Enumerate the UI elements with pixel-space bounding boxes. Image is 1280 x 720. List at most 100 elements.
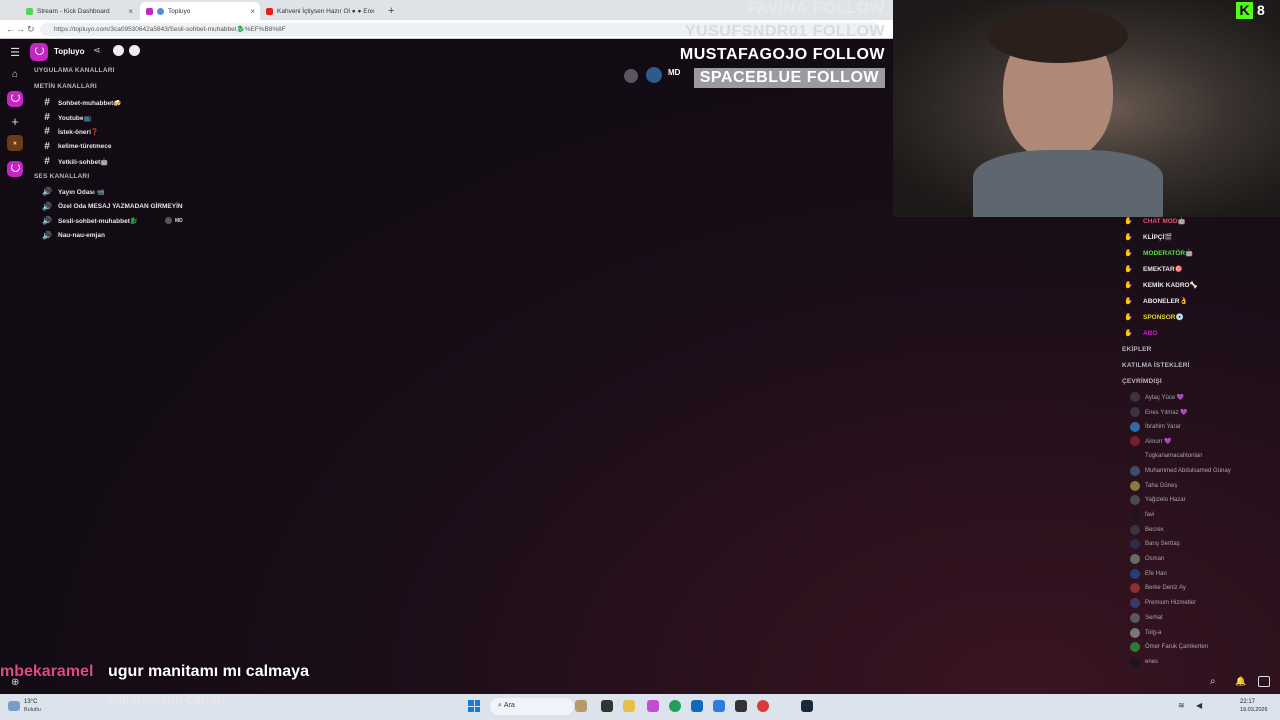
- member-item[interactable]: Ömer Faruk Çamkerten: [1130, 642, 1208, 652]
- avatar: [1130, 657, 1140, 667]
- topluyo-logo[interactable]: [30, 43, 50, 61]
- youtube-favicon-icon: [266, 7, 273, 15]
- app-icon-2[interactable]: [757, 700, 769, 712]
- role-abo[interactable]: ✋ ABO: [1124, 329, 1157, 338]
- share-icon[interactable]: ⋖: [93, 45, 101, 56]
- bell-icon[interactable]: 🔔: [1235, 676, 1246, 687]
- member-item[interactable]: Efe Han: [1130, 569, 1167, 579]
- file-explorer-icon[interactable]: [623, 700, 635, 712]
- hash-icon: #: [44, 156, 50, 167]
- channel-kelime-turetmece[interactable]: # kelime-türetmece: [36, 141, 111, 152]
- tab-topluyo[interactable]: Topluyo ×: [140, 2, 260, 20]
- hand-icon: ✋: [1124, 282, 1133, 289]
- role-label: MODERATÖR🤖: [1143, 250, 1194, 257]
- tab-youtube[interactable]: Kahveni İçtiysen Hazır Ol ● ● En ×: [260, 2, 380, 20]
- profile-icon[interactable]: [129, 45, 140, 56]
- member-item[interactable]: Berke Deniz Ay: [1130, 583, 1186, 593]
- channel-label: Yayın Odası 📹: [58, 188, 105, 196]
- role-sponsor[interactable]: ✋ SPONSOR💿: [1124, 313, 1184, 321]
- voice-channel-ozel-oda[interactable]: 🔊 Özel Oda MESAJ YAZMADAN GİRMEYİN: [36, 202, 183, 211]
- wifi-icon[interactable]: ≋: [1178, 701, 1185, 710]
- clock-time[interactable]: 22:17: [1240, 699, 1255, 705]
- avatar: [1130, 583, 1140, 593]
- member-item[interactable]: Premium Hizmetler: [1130, 598, 1196, 608]
- mail-icon[interactable]: [713, 700, 725, 712]
- inbox-icon[interactable]: [1258, 676, 1270, 687]
- role-label: ABONELER👌: [1143, 298, 1188, 305]
- channel-yetkili-sohbet[interactable]: # Yetkili-sohbet🤖: [36, 156, 108, 167]
- search-icon[interactable]: ⌕: [1210, 676, 1216, 687]
- voice-channels-header[interactable]: SES KANALLARI: [34, 173, 89, 180]
- voice-user-badge[interactable]: MD: [175, 218, 183, 224]
- steam-icon[interactable]: [801, 700, 813, 712]
- close-icon[interactable]: ×: [250, 7, 255, 16]
- voice-channel-yayin-odasi[interactable]: 🔊 Yayın Odası 📹: [36, 187, 105, 196]
- member-item[interactable]: Aytaç Yüce 💜: [1130, 392, 1184, 402]
- participant-avatar[interactable]: [624, 69, 638, 83]
- role-kemik-kadro[interactable]: ✋ KEMİK KADRO🦴: [1124, 281, 1198, 289]
- member-item[interactable]: favi: [1130, 510, 1154, 520]
- member-item[interactable]: Tolg-a: [1130, 628, 1161, 638]
- hash-icon: #: [44, 97, 50, 108]
- member-item[interactable]: Aimorr 💜: [1130, 436, 1172, 446]
- hand-icon: ✋: [1124, 330, 1133, 337]
- member-item[interactable]: Yağızelo Hazar: [1130, 495, 1186, 505]
- topluyo-server-icon[interactable]: [7, 91, 23, 107]
- role-klipci[interactable]: ✋ KLİPÇİ🎬: [1124, 233, 1172, 241]
- channel-istek-oneri[interactable]: # İstek-öneri❓: [36, 126, 99, 137]
- join-requests-header[interactable]: KATILMA İSTEKLERİ: [1122, 362, 1190, 369]
- member-item[interactable]: Tugkanamacahtonlan: [1130, 451, 1202, 461]
- text-channels-header[interactable]: METİN KANALLARI: [34, 83, 97, 90]
- back-icon[interactable]: ←: [6, 24, 15, 34]
- teams-header[interactable]: EKİPLER: [1122, 346, 1152, 353]
- channel-youtube[interactable]: # Youtube📺: [36, 112, 91, 123]
- home-icon[interactable]: ⌂: [7, 66, 23, 82]
- weather-temp[interactable]: 13°C: [24, 699, 37, 705]
- voice-channel-sesli-sohbet[interactable]: 🔊 Sesli-sohbet-muhabbet🐉 MD: [36, 216, 183, 225]
- add-server-icon[interactable]: +: [7, 113, 23, 129]
- member-item[interactable]: Taha Güneş: [1130, 481, 1177, 491]
- taskbar-search-box[interactable]: ⌕ Ara: [490, 698, 574, 715]
- close-icon[interactable]: ×: [370, 7, 375, 16]
- chrome-icon[interactable]: [669, 700, 681, 712]
- follow-alert: FAVINA FOLLOW: [747, 0, 885, 17]
- role-emektar[interactable]: ✋ EMEKTAR🎯: [1124, 265, 1183, 273]
- app-icon[interactable]: [647, 700, 659, 712]
- topluyo-server-icon-2[interactable]: [7, 161, 23, 177]
- settings-icon[interactable]: [113, 45, 124, 56]
- participant-badge[interactable]: MD: [668, 68, 680, 77]
- member-item[interactable]: Barış Serttaş: [1130, 539, 1180, 549]
- task-view-icon[interactable]: [601, 700, 613, 712]
- offline-header[interactable]: ÇEVRİMDIŞI: [1122, 378, 1162, 385]
- role-chat-mod[interactable]: ✋ CHAT MOD🤖: [1124, 217, 1186, 225]
- member-item[interactable]: Becrex: [1130, 525, 1164, 535]
- member-item[interactable]: Enes Yılmaz 💜: [1130, 407, 1188, 417]
- tab-kick-dashboard[interactable]: Stream - Kick Dashboard ×: [20, 2, 138, 20]
- hamburger-menu-icon[interactable]: ☰: [7, 44, 23, 60]
- member-item[interactable]: Muhammed Abdulsamed Günay: [1130, 466, 1231, 476]
- member-item[interactable]: Osman: [1130, 554, 1164, 564]
- obs-icon[interactable]: [735, 700, 747, 712]
- channel-sohbet-muhabbet[interactable]: # Sohbet-muhabbet🍻: [36, 97, 121, 108]
- avatar[interactable]: [164, 217, 172, 224]
- weather-desc[interactable]: Bulutlu: [24, 707, 41, 713]
- windows-start-icon[interactable]: [468, 700, 480, 712]
- forward-icon[interactable]: →: [16, 24, 25, 34]
- weather-icon[interactable]: [8, 701, 20, 711]
- member-item[interactable]: enes: [1130, 657, 1158, 667]
- close-icon[interactable]: ×: [128, 7, 133, 16]
- participant-avatar[interactable]: [646, 67, 662, 83]
- voice-channel-nau-nau[interactable]: 🔊 Nau-nau-emjan: [36, 231, 105, 240]
- server-thumbnail-icon[interactable]: ★: [7, 135, 23, 151]
- store-icon[interactable]: [691, 700, 703, 712]
- volume-icon[interactable]: ◀: [1196, 701, 1202, 710]
- member-item[interactable]: Serhat: [1130, 613, 1163, 623]
- avatar: [1130, 510, 1140, 520]
- clock-date[interactable]: 19.03.2026: [1240, 707, 1268, 713]
- new-tab-button[interactable]: +: [382, 2, 398, 20]
- role-aboneler[interactable]: ✋ ABONELER👌: [1124, 297, 1188, 305]
- role-moderator[interactable]: ✋ MODERATÖR🤖: [1124, 249, 1193, 257]
- search-highlight-icon[interactable]: [575, 700, 587, 712]
- member-item[interactable]: İbrahim Yarar: [1130, 422, 1181, 432]
- reload-icon[interactable]: ↻: [27, 24, 35, 35]
